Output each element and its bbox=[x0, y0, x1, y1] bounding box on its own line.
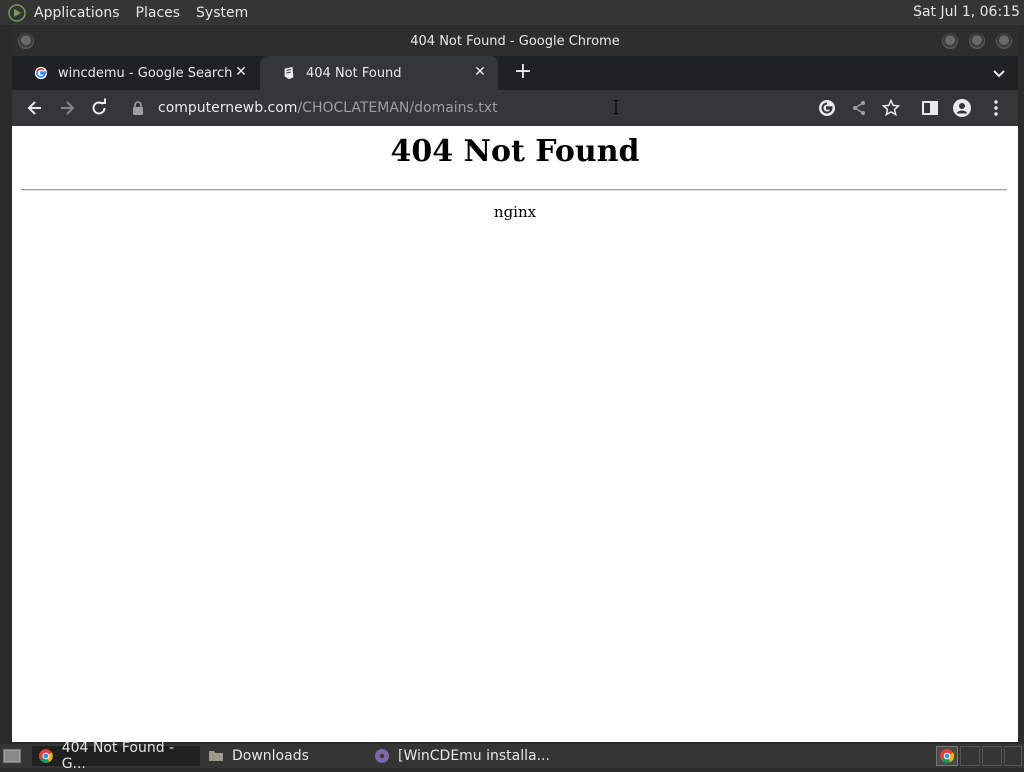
forward-arrow-icon[interactable] bbox=[57, 98, 77, 118]
profile-avatar-icon[interactable] bbox=[952, 98, 972, 118]
tab-strip: wincdemu - Google Search ✕ 404 Not Found… bbox=[12, 56, 1018, 90]
taskbar-label: [WinCDEmu installa... bbox=[398, 748, 550, 764]
chrome-icon bbox=[38, 749, 53, 763]
taskbar-item-chrome[interactable]: 404 Not Found - G... bbox=[32, 740, 200, 772]
workspace-3[interactable] bbox=[982, 746, 1002, 766]
close-tab-icon[interactable]: ✕ bbox=[472, 64, 488, 80]
page-content: 404 Not Found nginx bbox=[12, 126, 1018, 742]
url-path: /CHOCLATEMAN/domains.txt bbox=[297, 100, 498, 116]
kebab-menu-icon[interactable] bbox=[986, 98, 1006, 118]
system-logo-icon[interactable] bbox=[8, 3, 26, 22]
browser-toolbar: computernewb.com/CHOCLATEMAN/domains.txt bbox=[12, 90, 1018, 126]
new-tab-icon[interactable]: + bbox=[511, 61, 535, 85]
server-name: nginx bbox=[493, 203, 537, 221]
workspace-2[interactable] bbox=[960, 746, 980, 766]
top-panel: Applications Places System Sat Jul 1, 06… bbox=[0, 0, 1024, 25]
maximize-button[interactable] bbox=[969, 33, 985, 49]
taskbar-label: Downloads bbox=[232, 748, 309, 764]
tab-google-search[interactable]: wincdemu - Google Search ✕ bbox=[12, 56, 259, 90]
workspace-4[interactable] bbox=[1004, 746, 1022, 766]
taskbar: 404 Not Found - G... Downloads [WinCDEmu… bbox=[0, 740, 1024, 772]
menu-places[interactable]: Places bbox=[136, 5, 181, 21]
minimize-button[interactable] bbox=[942, 33, 958, 49]
close-tab-icon[interactable]: ✕ bbox=[233, 64, 249, 80]
url-host: computernewb.com bbox=[158, 100, 298, 116]
text-cursor-icon bbox=[614, 100, 618, 114]
taskbar-item-wincdemu[interactable]: [WinCDEmu installa... bbox=[368, 746, 558, 766]
side-panel-icon[interactable] bbox=[920, 98, 940, 118]
share-icon[interactable] bbox=[849, 98, 869, 118]
url-text[interactable]: computernewb.com/CHOCLATEMAN/domains.txt bbox=[158, 100, 498, 116]
bookmark-star-icon[interactable] bbox=[881, 98, 901, 118]
close-window-button[interactable] bbox=[996, 33, 1012, 49]
back-arrow-icon[interactable] bbox=[25, 98, 45, 118]
clock[interactable]: Sat Jul 1, 06:15 bbox=[913, 4, 1020, 20]
google-icon bbox=[34, 66, 48, 80]
reload-icon[interactable] bbox=[89, 98, 109, 118]
menu-system[interactable]: System bbox=[196, 5, 248, 21]
tab-search-chevron-icon[interactable] bbox=[990, 64, 1008, 82]
taskbar-label: 404 Not Found - G... bbox=[61, 740, 175, 772]
google-lens-icon[interactable] bbox=[817, 98, 837, 118]
folder-icon bbox=[209, 751, 223, 761]
workspace-switcher-icon[interactable] bbox=[936, 746, 958, 766]
divider bbox=[21, 189, 1007, 191]
taskbar-item-downloads[interactable]: Downloads bbox=[202, 746, 362, 766]
tab-label: wincdemu - Google Search bbox=[58, 65, 233, 81]
tab-404-not-found[interactable]: 404 Not Found ✕ bbox=[260, 56, 498, 90]
disc-icon bbox=[375, 749, 389, 763]
window-titlebar[interactable]: 404 Not Found - Google Chrome bbox=[12, 26, 1018, 56]
window-menu-button[interactable] bbox=[18, 33, 34, 49]
page-heading: 404 Not Found bbox=[390, 134, 640, 169]
tab-label: 404 Not Found bbox=[306, 65, 402, 81]
window-title: 404 Not Found - Google Chrome bbox=[410, 33, 620, 49]
page-icon bbox=[284, 66, 294, 80]
menu-applications[interactable]: Applications bbox=[34, 5, 120, 21]
browser-window: 404 Not Found - Google Chrome wincdemu -… bbox=[12, 26, 1018, 742]
show-desktop-icon[interactable] bbox=[3, 747, 21, 765]
lock-icon[interactable] bbox=[132, 101, 144, 115]
address-bar[interactable]: computernewb.com/CHOCLATEMAN/domains.txt bbox=[124, 93, 914, 123]
